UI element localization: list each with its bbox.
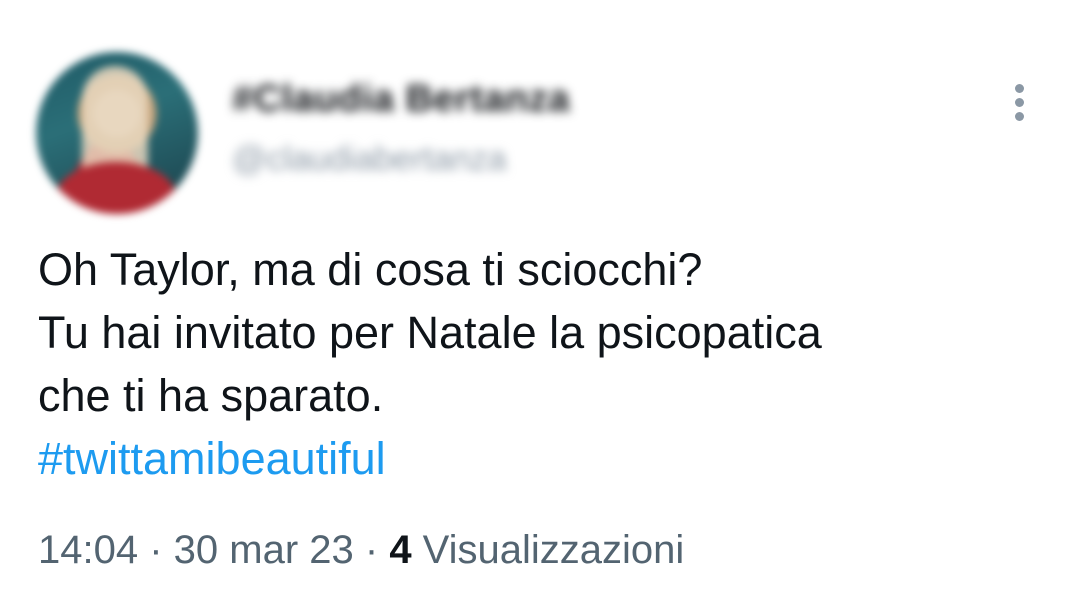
views-label[interactable]: Visualizzazioni [412, 528, 685, 572]
more-dot [1015, 84, 1024, 93]
tweet-text-line: che ti ha sparato. [38, 370, 384, 421]
tweet-text: Oh Taylor, ma di cosa ti sciocchi? Tu ha… [38, 238, 1048, 490]
views-count[interactable]: 4 [389, 528, 411, 572]
tweet-card: #Claudia Bertanza @claudiabertanza Oh Ta… [0, 0, 1080, 605]
tweet-time[interactable]: 14:04 [38, 528, 138, 572]
tweet-date[interactable]: 30 mar 23 [174, 528, 354, 572]
tweet-text-line: Tu hai invitato per Natale la psicopatic… [38, 307, 822, 358]
hashtag-link[interactable]: #twittamibeautiful [38, 427, 1048, 490]
more-dot [1015, 112, 1024, 121]
author-display-name[interactable]: #Claudia Bertanza [232, 78, 570, 121]
more-vertical-icon[interactable] [1006, 82, 1034, 124]
tweet-meta: 14:04 · 30 mar 23 · 4 Visualizzazioni [38, 528, 684, 573]
tweet-text-line: Oh Taylor, ma di cosa ti sciocchi? [38, 244, 703, 295]
avatar-shirt [56, 162, 176, 214]
author-handle[interactable]: @claudiabertanza [232, 140, 507, 179]
more-dot [1015, 98, 1024, 107]
meta-separator: · [353, 528, 390, 572]
meta-separator: · [138, 528, 174, 572]
avatar[interactable] [36, 52, 198, 214]
